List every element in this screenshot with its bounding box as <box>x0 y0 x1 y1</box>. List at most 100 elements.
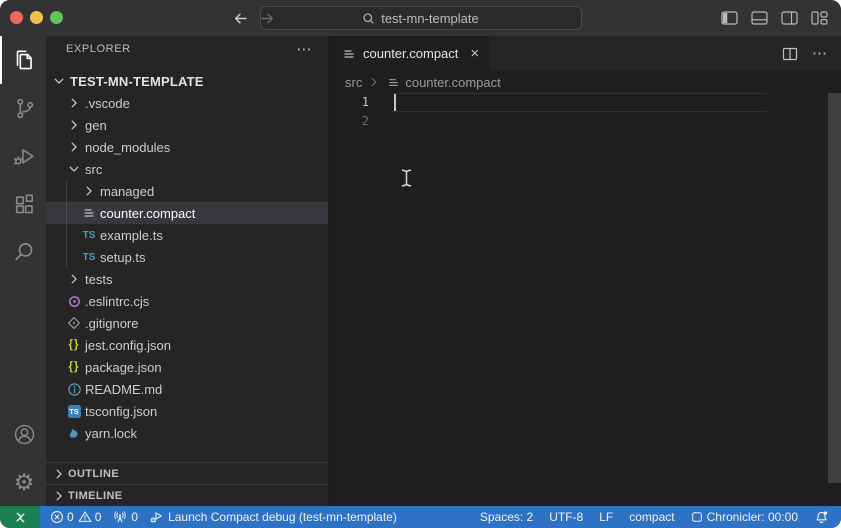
tree-item-label: gen <box>85 118 107 133</box>
tree-item--vscode[interactable]: .vscode <box>46 92 328 114</box>
tab-label: counter.compact <box>363 46 458 61</box>
zoom-window-button[interactable] <box>50 11 63 24</box>
debug-launch-status[interactable]: Launch Compact debug (test-mn-template) <box>144 506 403 528</box>
sidebar-header: EXPLORER ⋯ <box>46 36 328 62</box>
indentation-status[interactable]: Spaces: 2 <box>474 506 539 528</box>
chevron-right-icon <box>65 117 83 133</box>
tree-item-gen[interactable]: gen <box>46 114 328 136</box>
indent-guide <box>66 224 67 246</box>
debug-start-icon <box>150 510 164 524</box>
tree-item-label: counter.compact <box>100 206 195 221</box>
chevron-right-icon <box>65 95 83 111</box>
ports-status[interactable]: 0 <box>107 506 144 528</box>
eol-status[interactable]: LF <box>593 506 619 528</box>
customize-layout-icon[interactable] <box>811 11 828 25</box>
mouse-ibeam-cursor <box>400 168 413 192</box>
tree-item-label: tests <box>85 272 112 287</box>
breadcrumb-file[interactable]: counter.compact <box>386 75 500 90</box>
toggle-primary-sidebar-icon[interactable] <box>721 11 738 25</box>
error-icon <box>50 510 64 524</box>
command-center-search[interactable]: test-mn-template <box>260 6 582 30</box>
timeline-section-label: TIMELINE <box>68 490 123 502</box>
tree-item-label: yarn.lock <box>85 426 137 441</box>
breadcrumb: src counter.compact <box>329 71 841 93</box>
tree-item-setup-ts[interactable]: TSsetup.ts <box>46 246 328 268</box>
encoding-status[interactable]: UTF-8 <box>543 506 589 528</box>
history-nav <box>232 10 276 27</box>
search-icon <box>12 240 37 265</box>
tree-item-package-json[interactable]: {}package.json <box>46 356 328 378</box>
chronicler-status[interactable]: Chronicler: 00:00 <box>685 506 804 528</box>
more-actions-icon[interactable]: ⋯ <box>296 42 312 57</box>
activity-item-run-debug[interactable] <box>0 132 46 180</box>
sidebar-sections: OUTLINE TIMELINE <box>46 462 328 506</box>
editor-actions: ⋯ <box>782 36 841 71</box>
activity-item-explorer[interactable] <box>0 36 46 84</box>
tree-item-label: tsconfig.json <box>85 404 157 419</box>
tree-item-label: setup.ts <box>100 250 146 265</box>
files-icon <box>11 47 37 73</box>
minimize-window-button[interactable] <box>30 11 43 24</box>
ts-icon: TS <box>80 227 98 243</box>
explorer-sidebar: EXPLORER ⋯ TEST-MN-TEMPLATE.vscode gen nod… <box>46 36 328 506</box>
eslint-icon <box>65 293 83 309</box>
tree-item-node-modules[interactable]: node_modules <box>46 136 328 158</box>
search-icon <box>362 12 375 25</box>
problems-status[interactable]: 0 0 <box>44 506 107 528</box>
tree-item-example-ts[interactable]: TSexample.ts <box>46 224 328 246</box>
tree-item-counter-compact[interactable]: counter.compact <box>46 202 328 224</box>
activity-item-extensions[interactable] <box>0 180 46 228</box>
back-icon[interactable] <box>232 10 249 27</box>
split-editor-icon[interactable] <box>782 47 798 61</box>
tab-counter-compact[interactable]: counter.compact × <box>329 36 489 71</box>
forward-icon[interactable] <box>259 10 276 27</box>
tree-item-test-mn-template[interactable]: TEST-MN-TEMPLATE <box>46 70 328 92</box>
indent-guide <box>66 246 67 268</box>
chevron-right-icon <box>65 139 83 155</box>
vscode-window: test-mn-template ⚙ EXPLORER ⋯ TEST-MN-TE… <box>0 0 841 528</box>
toggle-secondary-sidebar-icon[interactable] <box>781 11 798 25</box>
line-number: 2 <box>329 112 383 131</box>
editor-content[interactable]: 1 2 <box>329 93 841 506</box>
debug-launch-label: Launch Compact debug (test-mn-template) <box>168 510 397 524</box>
tree-item-label: .eslintrc.cjs <box>85 294 149 309</box>
tree-item-src[interactable]: src <box>46 158 328 180</box>
tree-item-label: node_modules <box>85 140 170 155</box>
toggle-panel-icon[interactable] <box>751 11 768 25</box>
gear-icon: ⚙ <box>14 471 35 494</box>
activity-item-source-control[interactable] <box>0 84 46 132</box>
tree-item-managed[interactable]: managed <box>46 180 328 202</box>
close-icon[interactable]: × <box>470 46 479 61</box>
remote-indicator[interactable] <box>0 506 40 528</box>
tree-item-tests[interactable]: tests <box>46 268 328 290</box>
info-icon <box>65 381 83 397</box>
breadcrumb-src[interactable]: src <box>345 75 362 90</box>
error-count: 0 <box>67 510 74 524</box>
close-window-button[interactable] <box>10 11 23 24</box>
bell-dot-icon <box>814 510 829 525</box>
tree-item-label: README.md <box>85 382 162 397</box>
editor-scrollbar[interactable] <box>828 93 841 483</box>
file-list-icon <box>341 46 357 62</box>
activity-item-settings[interactable]: ⚙ <box>0 458 46 506</box>
language-mode-status[interactable]: compact <box>623 506 680 528</box>
timeline-section-header[interactable]: TIMELINE <box>46 484 328 506</box>
tree-item-yarn-lock[interactable]: yarn.lock <box>46 422 328 444</box>
indent-guide <box>66 180 67 202</box>
tree-item-label: example.ts <box>100 228 163 243</box>
tree-item--eslintrc-cjs[interactable]: .eslintrc.cjs <box>46 290 328 312</box>
chevron-right-icon <box>367 75 381 89</box>
notifications-status[interactable] <box>808 506 835 528</box>
tree-item-tsconfig-json[interactable]: TStsconfig.json <box>46 400 328 422</box>
outline-section-label: OUTLINE <box>68 468 119 480</box>
chevron-right-icon <box>65 271 83 287</box>
chevron-down-icon <box>65 161 83 177</box>
activity-item-search[interactable] <box>0 228 46 276</box>
tree-item-jest-config-json[interactable]: {}jest.config.json <box>46 334 328 356</box>
tree-item--gitignore[interactable]: .gitignore <box>46 312 328 334</box>
braces-icon: {} <box>65 337 83 353</box>
activity-item-accounts[interactable] <box>0 410 46 458</box>
tree-item-readme-md[interactable]: README.md <box>46 378 328 400</box>
outline-section-header[interactable]: OUTLINE <box>46 462 328 484</box>
more-actions-icon[interactable]: ⋯ <box>812 46 827 61</box>
